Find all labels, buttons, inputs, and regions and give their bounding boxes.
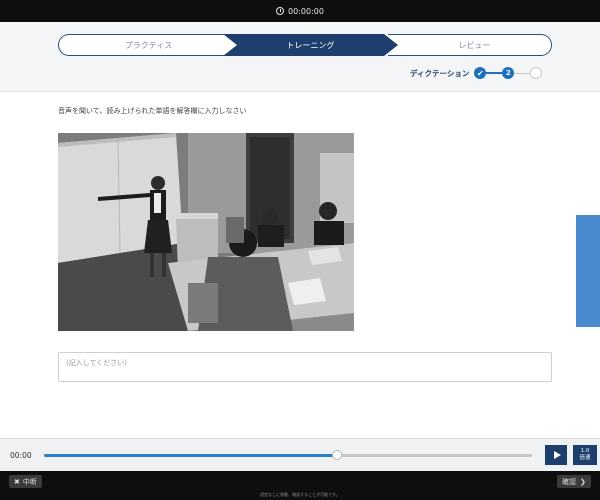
substep-todo [530, 67, 543, 79]
step-review-label: レビュー [458, 40, 491, 50]
step-practice: プラクティス [58, 34, 238, 56]
substep-label: ディクテーション [410, 68, 470, 78]
confirm-button[interactable]: 確認 ❯ [557, 475, 591, 488]
close-icon: ✖ [14, 477, 20, 486]
seek-handle[interactable] [331, 450, 342, 460]
step-training-label: トレーニング [286, 40, 335, 50]
step-practice-label: プラクティス [124, 40, 173, 50]
current-time: 00:00 [10, 451, 32, 460]
step-progress-bar: プラクティス レビュー トレーニング [58, 34, 552, 56]
speed-value: 1.0 [580, 448, 590, 454]
check-icon: ✔ [474, 67, 487, 79]
substep-connector-done [486, 72, 503, 74]
substep-indicator: ディクテーション ✔ 2 [410, 66, 543, 80]
footer-note: 設定なしに移動、確認することが可能です。 [260, 492, 340, 497]
instruction-text: 音声を聞いて、読み上げられた単語を解答欄に入力しなさい [58, 107, 247, 115]
top-bar: 00:00:00 [0, 0, 600, 22]
step-review: レビュー [388, 34, 552, 56]
audio-player: 00:00 1.0 倍速 [0, 438, 600, 471]
quit-button-label: 中断 [22, 477, 37, 486]
footer-bar: ✖ 中断 確認 ❯ 設定なしに移動、確認することが可能です。 [0, 471, 600, 500]
step-training: トレーニング [223, 34, 398, 56]
quit-button[interactable]: ✖ 中断 [9, 475, 42, 488]
answer-input[interactable] [58, 352, 552, 382]
play-icon [553, 451, 561, 459]
classroom-photo [58, 133, 354, 331]
confirm-button-label: 確認 [562, 477, 576, 486]
substep-current: 2 [502, 67, 515, 79]
playback-speed-button[interactable]: 1.0 倍速 [573, 445, 597, 465]
seek-bar[interactable] [44, 450, 532, 460]
play-button[interactable] [545, 445, 567, 465]
substep-connector-todo [514, 72, 531, 74]
chevron-right-icon: ❯ [580, 477, 586, 486]
side-panel-tab[interactable] [576, 215, 600, 327]
seek-bar-progress [44, 454, 337, 457]
speed-unit: 倍速 [579, 455, 591, 461]
clock-icon [276, 7, 285, 15]
header: プラクティス レビュー トレーニング ディクテーション ✔ 2 [0, 22, 600, 92]
timer-text: 00:00:00 [288, 6, 324, 16]
